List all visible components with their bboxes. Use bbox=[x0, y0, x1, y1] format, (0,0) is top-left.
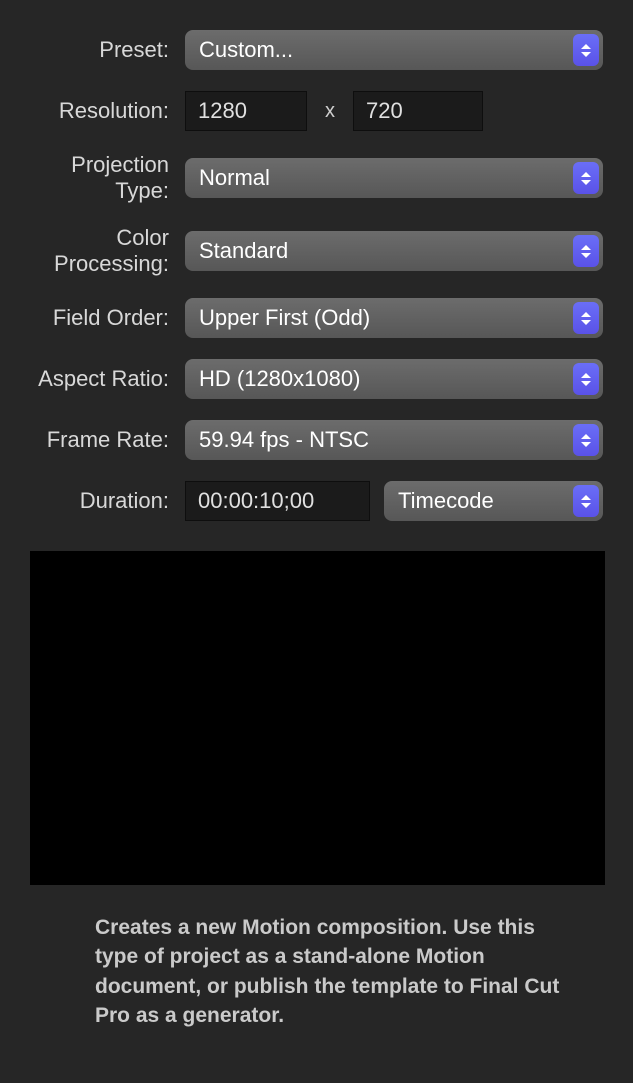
aspect-ratio-select-wrap: HD (1280x1080) bbox=[185, 359, 603, 399]
preset-select[interactable]: Custom... bbox=[185, 30, 603, 70]
updown-chevron-icon bbox=[573, 485, 599, 517]
aspect-ratio-label: Aspect Ratio: bbox=[20, 366, 185, 392]
resolution-label: Resolution: bbox=[20, 98, 185, 124]
aspect-ratio-row: Aspect Ratio: HD (1280x1080) bbox=[20, 359, 603, 399]
description-text: Creates a new Motion composition. Use th… bbox=[20, 913, 603, 1031]
resolution-width-input[interactable] bbox=[185, 91, 307, 131]
color-processing-select-wrap: Standard bbox=[185, 231, 603, 271]
color-processing-label: Color Processing: bbox=[20, 225, 185, 277]
frame-rate-select[interactable]: 59.94 fps - NTSC bbox=[185, 420, 603, 460]
frame-rate-select-wrap: 59.94 fps - NTSC bbox=[185, 420, 603, 460]
color-processing-select-value: Standard bbox=[199, 238, 288, 264]
field-order-row: Field Order: Upper First (Odd) bbox=[20, 298, 603, 338]
preset-label: Preset: bbox=[20, 37, 185, 63]
color-processing-row: Color Processing: Standard bbox=[20, 225, 603, 277]
field-order-select-wrap: Upper First (Odd) bbox=[185, 298, 603, 338]
preset-select-value: Custom... bbox=[199, 37, 293, 63]
field-order-select[interactable]: Upper First (Odd) bbox=[185, 298, 603, 338]
updown-chevron-icon bbox=[573, 424, 599, 456]
projection-select-wrap: Normal bbox=[185, 158, 603, 198]
frame-rate-label: Frame Rate: bbox=[20, 427, 185, 453]
aspect-ratio-select-value: HD (1280x1080) bbox=[199, 366, 360, 392]
projection-select-value: Normal bbox=[199, 165, 270, 191]
aspect-ratio-select[interactable]: HD (1280x1080) bbox=[185, 359, 603, 399]
updown-chevron-icon bbox=[573, 162, 599, 194]
duration-input[interactable] bbox=[185, 481, 370, 521]
projection-select[interactable]: Normal bbox=[185, 158, 603, 198]
duration-label: Duration: bbox=[20, 488, 185, 514]
field-order-label: Field Order: bbox=[20, 305, 185, 331]
duration-mode-select-value: Timecode bbox=[398, 488, 494, 514]
frame-rate-select-value: 59.94 fps - NTSC bbox=[199, 427, 369, 453]
updown-chevron-icon bbox=[573, 34, 599, 66]
projection-label: Projection Type: bbox=[20, 152, 185, 204]
projection-row: Projection Type: Normal bbox=[20, 152, 603, 204]
updown-chevron-icon bbox=[573, 363, 599, 395]
updown-chevron-icon bbox=[573, 235, 599, 267]
resolution-height-input[interactable] bbox=[353, 91, 483, 131]
field-order-select-value: Upper First (Odd) bbox=[199, 305, 370, 331]
updown-chevron-icon bbox=[573, 302, 599, 334]
duration-mode-select[interactable]: Timecode bbox=[384, 481, 603, 521]
duration-mode-select-wrap: Timecode bbox=[384, 481, 603, 521]
frame-rate-row: Frame Rate: 59.94 fps - NTSC bbox=[20, 420, 603, 460]
preset-select-wrap: Custom... bbox=[185, 30, 603, 70]
preset-row: Preset: Custom... bbox=[20, 30, 603, 70]
color-processing-select[interactable]: Standard bbox=[185, 231, 603, 271]
duration-row: Duration: Timecode bbox=[20, 481, 603, 521]
preview-area bbox=[30, 551, 605, 885]
resolution-x-label: x bbox=[325, 100, 335, 123]
resolution-row: Resolution: x bbox=[20, 91, 603, 131]
